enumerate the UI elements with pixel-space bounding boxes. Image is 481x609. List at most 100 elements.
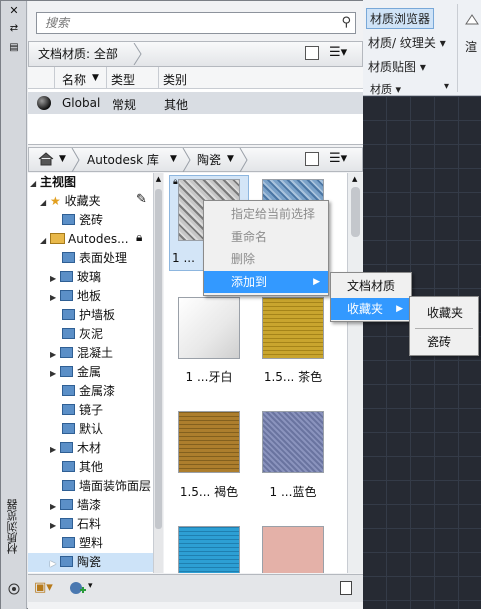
- tree-item-category[interactable]: ▶ 墙漆: [50, 496, 101, 515]
- expand-arrow-icon[interactable]: ▶: [50, 288, 60, 307]
- tree-item-category[interactable]: ▶ 地板: [50, 287, 101, 306]
- palette-settings-icon[interactable]: [6, 581, 22, 597]
- menu-item-document-materials[interactable]: 文档材质: [331, 275, 411, 297]
- scroll-up-icon[interactable]: ▲: [352, 175, 357, 183]
- tree-item-category[interactable]: 护墙板: [59, 306, 115, 325]
- tree-item-category[interactable]: 表面处理: [59, 249, 127, 268]
- panel-expand-arrow[interactable]: ▾: [444, 81, 449, 92]
- material-swatch-pink[interactable]: [262, 526, 324, 573]
- column-divider: [106, 67, 107, 89]
- table-row[interactable]: Global 常规 其他: [28, 92, 363, 114]
- tree-item-category[interactable]: 灰泥: [59, 325, 103, 344]
- tree-item-category[interactable]: 镜子: [59, 401, 103, 420]
- tree-item-category[interactable]: ▶ 玻璃: [50, 268, 101, 287]
- material-swatch-ivory[interactable]: [178, 297, 240, 359]
- tree-item-label: 墙面装饰面层: [79, 479, 152, 493]
- breadcrumb-ceramic[interactable]: 陶瓷: [197, 151, 221, 168]
- tree-scrollbar[interactable]: ▲: [154, 173, 163, 573]
- material-editor-icon[interactable]: [340, 581, 352, 595]
- library-view-icon[interactable]: ☰▾: [329, 151, 347, 166]
- autohide-icon[interactable]: ⇄: [7, 22, 21, 36]
- properties-icon[interactable]: ▤: [7, 41, 21, 55]
- grid-scrollbar[interactable]: ▲: [347, 173, 363, 573]
- tree-item-label: 墙漆: [77, 498, 102, 512]
- library-tree: ◢ 主视图 ◢ ★ 收藏夹 ✎ 瓷砖 ◢ Autodes... 🔒︎ 表面处理 ▶ 玻璃…: [28, 173, 154, 573]
- material-swatch-brown[interactable]: [178, 411, 240, 473]
- material-swatch-blue[interactable]: [262, 411, 324, 473]
- sort-arrow-icon[interactable]: ▼: [92, 73, 99, 83]
- column-header-name[interactable]: 名称: [62, 71, 86, 88]
- column-header-category[interactable]: 类别: [163, 71, 187, 88]
- tree-item-label: 主视图: [40, 175, 77, 189]
- tree-item-category[interactable]: ▶ 木材: [50, 439, 101, 458]
- expand-arrow-icon[interactable]: ▶: [50, 440, 60, 459]
- chevron-down-icon[interactable]: ▾: [88, 581, 93, 591]
- tree-item-category[interactable]: 其他: [59, 458, 103, 477]
- menu-item-assign[interactable]: 指定给当前选择: [204, 203, 328, 225]
- tree-item-autodesk-library[interactable]: ◢ Autodes...: [40, 230, 129, 249]
- search-input[interactable]: [37, 13, 327, 33]
- menu-item-rename[interactable]: 重命名: [204, 226, 328, 248]
- menu-item-tiles[interactable]: 瓷砖: [410, 331, 478, 353]
- tree-item-category[interactable]: 塑料: [59, 534, 103, 553]
- show-hide-library-icon[interactable]: [305, 46, 319, 60]
- tree-item-category[interactable]: 金属漆: [59, 382, 115, 401]
- menu-item-favorites[interactable]: 收藏夹 ▶: [331, 298, 411, 320]
- chevron-down-icon[interactable]: ▼: [59, 154, 66, 164]
- tree-item-category[interactable]: 默认: [59, 420, 103, 439]
- materials-panel-title[interactable]: 材质 ▾: [370, 81, 401, 97]
- search-box[interactable]: ⚲: [36, 12, 356, 34]
- material-mapping-button[interactable]: 材质贴图 ▾: [368, 58, 426, 75]
- breadcrumb-autodesk-library[interactable]: Autodesk 库: [87, 151, 159, 168]
- chevron-down-icon[interactable]: ▼: [227, 154, 234, 164]
- column-header-type[interactable]: 类型: [111, 71, 135, 88]
- expand-arrow-icon[interactable]: ▶: [50, 554, 60, 573]
- scroll-up-icon[interactable]: ▲: [155, 175, 162, 187]
- home-icon[interactable]: [38, 152, 54, 166]
- material-swatch-cyan-tile[interactable]: [178, 526, 240, 573]
- tree-item-category[interactable]: ▶ 金属: [50, 363, 101, 382]
- expand-arrow-icon[interactable]: ▶: [50, 269, 60, 288]
- document-materials-filter[interactable]: 文档材质: 全部: [38, 45, 118, 62]
- palette-title-strip[interactable]: ✕ ⇄ ▤ 材质浏览器: [1, 1, 27, 609]
- expand-arrow-icon[interactable]: ▶: [50, 516, 60, 535]
- expand-arrow-icon[interactable]: ◢: [40, 193, 50, 212]
- submenu-favorites: 收藏夹 瓷砖: [409, 296, 479, 356]
- library-folder-icon: [59, 461, 75, 477]
- scrollbar-thumb[interactable]: [155, 189, 162, 529]
- search-icon[interactable]: ⚲: [341, 15, 351, 30]
- manage-library-icon[interactable]: ▣▾: [34, 580, 53, 595]
- tree-item-fav-tiles[interactable]: 瓷砖: [59, 211, 103, 230]
- tree-item-category[interactable]: ▶ 石料: [50, 515, 101, 534]
- tree-item-label: 地板: [77, 289, 102, 303]
- tree-item-category-selected[interactable]: ▶ 陶瓷: [28, 553, 153, 573]
- menu-item-delete[interactable]: 删除: [204, 248, 328, 270]
- tree-item-category[interactable]: 墙面装饰面层: [59, 477, 152, 496]
- library-folder-icon: [59, 423, 75, 439]
- render-icon[interactable]: [463, 12, 481, 28]
- tree-item-favorites[interactable]: ◢ ★ 收藏夹: [40, 192, 101, 211]
- edit-pencil-icon[interactable]: ✎: [136, 192, 147, 207]
- tree-item-home[interactable]: ◢ 主视图: [30, 173, 76, 192]
- list-view-icon[interactable]: ☰▾: [329, 45, 347, 60]
- material-texture-toggle[interactable]: 材质/ 纹理关 ▾: [368, 34, 446, 51]
- show-hide-tree-icon[interactable]: [305, 152, 319, 166]
- expand-arrow-icon[interactable]: ◢: [30, 174, 40, 193]
- expand-arrow-icon[interactable]: ▶: [50, 364, 60, 383]
- expand-arrow-icon[interactable]: ◢: [40, 231, 50, 250]
- material-browser-button[interactable]: 材质浏览器: [366, 8, 435, 29]
- material-swatch-tan[interactable]: [262, 297, 324, 359]
- tree-item-category[interactable]: ▶ 混凝土: [50, 344, 113, 363]
- close-icon[interactable]: ✕: [7, 4, 21, 18]
- scrollbar-thumb[interactable]: [351, 187, 360, 237]
- create-material-icon[interactable]: [68, 580, 86, 596]
- expand-arrow-icon[interactable]: ▶: [50, 345, 60, 364]
- column-divider: [54, 67, 55, 89]
- tree-item-label: 收藏夹: [64, 194, 101, 208]
- submenu-arrow-icon: ▶: [313, 277, 320, 287]
- expand-arrow-icon[interactable]: ▶: [50, 497, 60, 516]
- menu-item-add-to[interactable]: 添加到 ▶: [204, 271, 328, 293]
- chevron-down-icon[interactable]: ▼: [170, 154, 177, 164]
- material-name: Global: [62, 96, 101, 110]
- menu-item-favorites-root[interactable]: 收藏夹: [410, 302, 478, 324]
